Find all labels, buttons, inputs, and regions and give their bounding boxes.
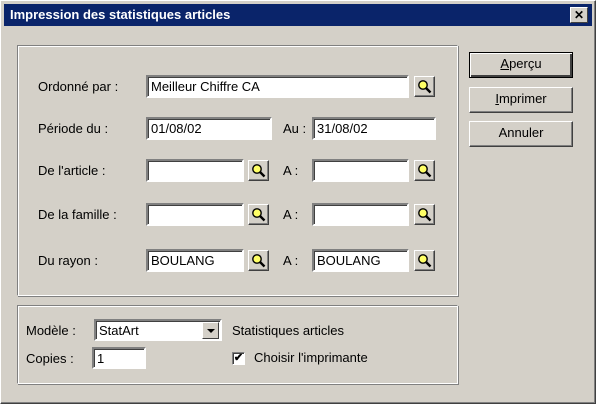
close-icon: ✕: [573, 8, 585, 22]
criteria-group: Ordonné par : Meilleur Chiffre CA Périod…: [17, 45, 458, 296]
preview-button[interactable]: Aperçu: [469, 52, 573, 78]
family-to-label: A :: [283, 207, 299, 222]
output-group: Modèle : StatArt Statistiques articles C…: [17, 305, 458, 384]
family-from-field[interactable]: [146, 203, 244, 226]
close-button[interactable]: ✕: [570, 7, 588, 23]
copies-field[interactable]: 1: [92, 347, 146, 369]
magnifier-icon: [418, 254, 432, 268]
ordered-by-label: Ordonné par :: [38, 79, 119, 94]
model-select[interactable]: StatArt: [94, 319, 222, 341]
article-from-field[interactable]: [146, 159, 244, 182]
department-to-lookup-button[interactable]: [414, 250, 435, 271]
window-title: Impression des statistiques articles: [10, 7, 231, 22]
article-to-lookup-button[interactable]: [414, 160, 435, 181]
department-from-label: Du rayon :: [38, 253, 98, 268]
department-to-label: A :: [283, 253, 299, 268]
ordered-by-lookup-button[interactable]: [414, 76, 435, 97]
article-from-label: De l'article :: [38, 163, 106, 178]
model-label: Modèle :: [26, 323, 76, 338]
title-bar: Impression des statistiques articles ✕: [4, 4, 592, 26]
chevron-down-icon[interactable]: [202, 322, 219, 339]
family-from-label: De la famille :: [38, 207, 117, 222]
model-description: Statistiques articles: [232, 323, 344, 338]
model-select-value: StatArt: [99, 323, 139, 338]
department-from-field[interactable]: BOULANG: [146, 249, 244, 272]
family-from-lookup-button[interactable]: [248, 204, 269, 225]
department-to-field[interactable]: BOULANG: [312, 249, 409, 272]
magnifier-icon: [418, 80, 432, 94]
cancel-button[interactable]: Annuler: [469, 121, 573, 147]
magnifier-icon: [252, 254, 266, 268]
department-from-lookup-button[interactable]: [248, 250, 269, 271]
period-to-field[interactable]: 31/08/02: [312, 117, 436, 140]
article-from-lookup-button[interactable]: [248, 160, 269, 181]
period-to-label: Au :: [283, 121, 307, 136]
print-button[interactable]: Imprimer: [469, 87, 573, 113]
article-to-label: A :: [283, 163, 299, 178]
magnifier-icon: [252, 208, 266, 222]
family-to-field[interactable]: [312, 203, 409, 226]
period-from-field[interactable]: 01/08/02: [146, 117, 272, 140]
family-to-lookup-button[interactable]: [414, 204, 435, 225]
choose-printer-label[interactable]: Choisir l'imprimante: [254, 350, 368, 366]
article-to-field[interactable]: [312, 159, 409, 182]
magnifier-icon: [252, 164, 266, 178]
print-dialog: Impression des statistiques articles ✕ O…: [0, 0, 596, 404]
period-from-label: Période du :: [38, 121, 109, 136]
copies-label: Copies :: [26, 351, 74, 366]
magnifier-icon: [418, 164, 432, 178]
checkmark-icon: ✔: [233, 352, 244, 364]
ordered-by-field[interactable]: Meilleur Chiffre CA: [146, 75, 409, 98]
magnifier-icon: [418, 208, 432, 222]
choose-printer-checkbox[interactable]: ✔: [232, 352, 245, 365]
